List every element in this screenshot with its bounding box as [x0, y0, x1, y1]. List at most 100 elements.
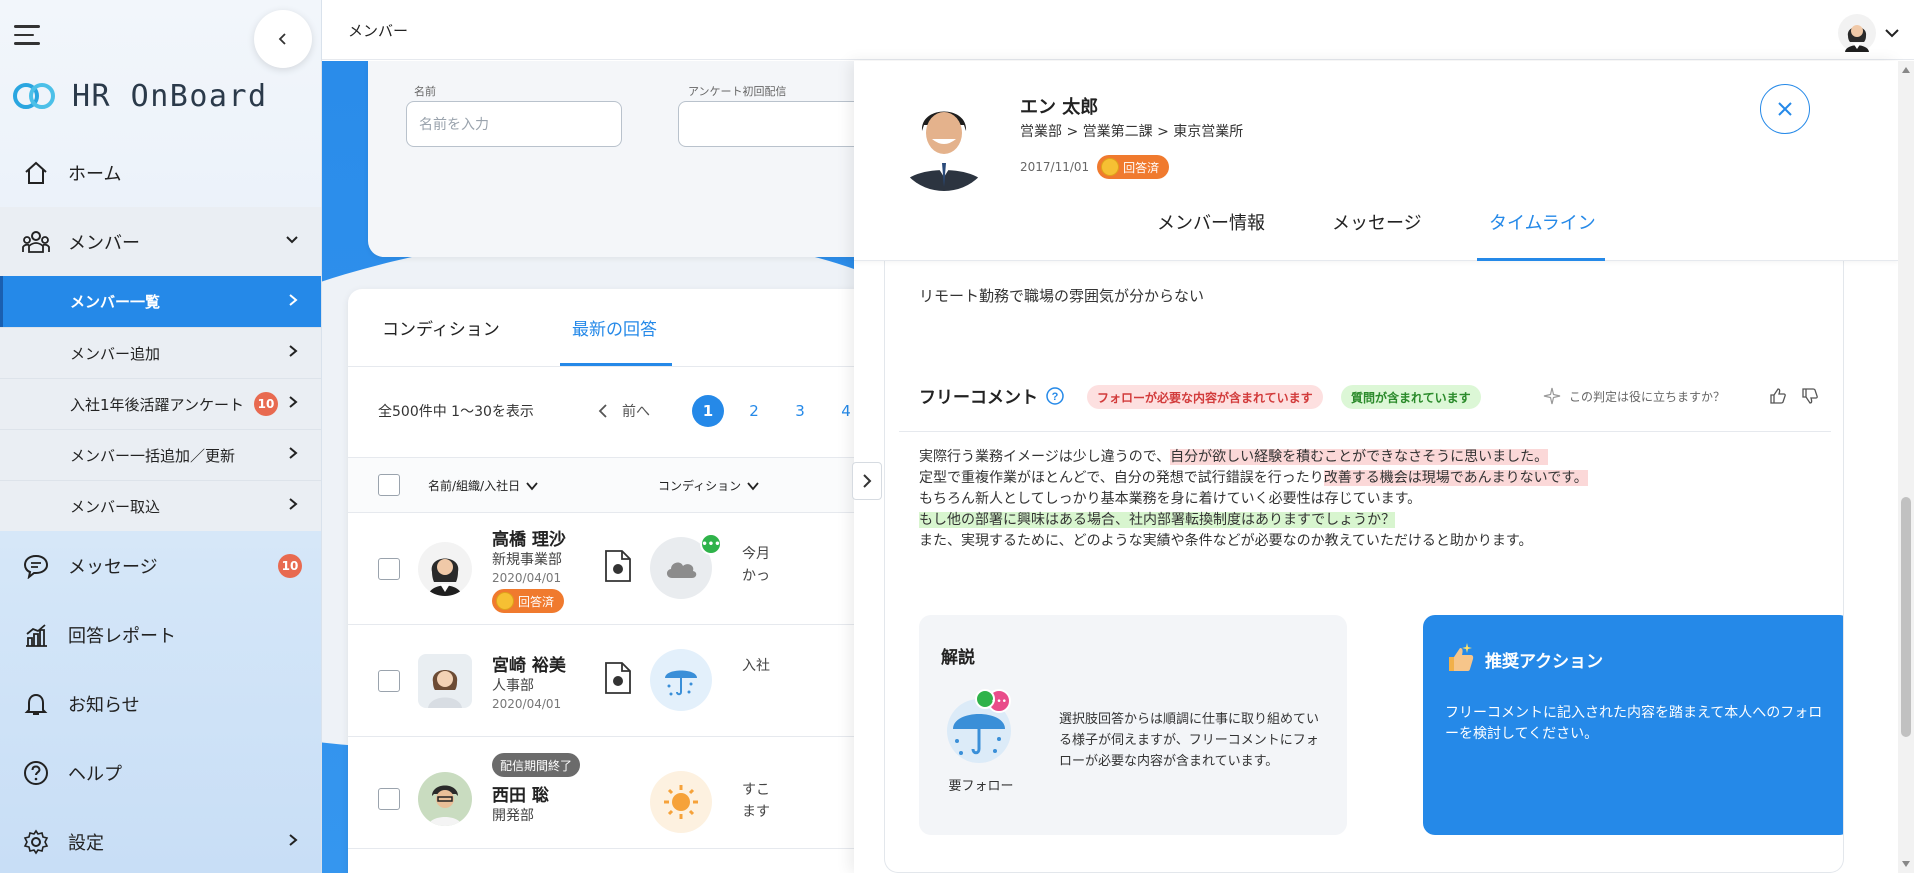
nav-item-home[interactable]: ホーム: [0, 138, 321, 207]
feedback-row: この判定は役に立ちますか？: [1543, 387, 1819, 405]
chevron-right-icon: [286, 293, 300, 311]
timeline-card: リモート勤務で職場の雰囲気が分からない フリーコメント ? フォローが必要な内容…: [884, 261, 1844, 873]
scroll-up-icon[interactable]: [1902, 67, 1910, 73]
nav-item-messages[interactable]: メッセージ 10: [0, 531, 321, 600]
nav-label-messages: メッセージ: [68, 556, 158, 578]
select-all-checkbox[interactable]: [378, 474, 400, 496]
nav-item-help[interactable]: ヘルプ: [0, 738, 321, 807]
member-name[interactable]: 高橋 理沙: [492, 525, 566, 550]
avatar: [418, 654, 472, 708]
action-title: 推奨アクション: [1485, 652, 1604, 672]
member-join-date: 2017/11/01: [1020, 160, 1090, 174]
panel-collapse-button[interactable]: [852, 462, 882, 500]
svg-text:?: ?: [1052, 391, 1059, 403]
rainy-umbrella-icon: •••: [939, 687, 1023, 775]
answer-snippet: 入社: [742, 658, 770, 674]
subnav-item-one-year-survey[interactable]: 入社1年後活躍アンケート 10: [0, 378, 321, 429]
user-menu[interactable]: [1838, 14, 1900, 52]
tab-member-info[interactable]: メンバー情報: [1157, 209, 1265, 235]
hr-onboard-logo-icon: [13, 83, 55, 109]
recommended-action-card: 推奨アクション フリーコメントに記入された内容を踏まえて本人へのフォローを検討し…: [1423, 615, 1843, 835]
chevron-left-icon: [598, 404, 607, 418]
column-header-name: 名前/組織/入社日: [428, 479, 521, 493]
subnav-item-bulk-add[interactable]: メンバー一括追加／更新: [0, 429, 321, 480]
table-row[interactable]: 高橋 理沙 新規事業部 2020/04/01 回答済 ••• 今月 かっ: [348, 513, 888, 625]
nav-label-members: メンバー: [68, 232, 140, 254]
page-3-button[interactable]: 3: [784, 395, 816, 427]
nav-item-settings[interactable]: 設定: [0, 807, 321, 873]
subnav-item-import[interactable]: メンバー取込: [0, 480, 321, 531]
nav-item-members[interactable]: メンバー: [0, 207, 321, 276]
sort-name-column[interactable]: 名前/組織/入社日: [428, 477, 538, 494]
survey-filter-label: アンケート初回配信: [688, 85, 787, 98]
members-subnav: メンバー一覧 メンバー追加 入社1年後活躍アンケート 10 メンバー一括追加／更…: [0, 276, 321, 531]
chevron-right-icon: [863, 474, 872, 488]
page-2-button[interactable]: 2: [738, 395, 770, 427]
nav-label-report: 回答レポート: [68, 625, 176, 647]
sidebar: HR OnBoard ホーム メンバー メンバー一覧 メンバー追加 入社1年後活…: [0, 0, 322, 873]
sort-condition-column[interactable]: コンディション: [658, 477, 759, 494]
survey-doc-icon[interactable]: [604, 661, 632, 699]
question-circle-icon[interactable]: ?: [1046, 386, 1064, 405]
tab-condition[interactable]: コンディション: [382, 315, 500, 340]
table-header: 名前/組織/入社日 コンディション: [348, 457, 888, 513]
divider: [899, 431, 1831, 432]
member-join-date: 2020/04/01: [492, 697, 562, 711]
row-checkbox[interactable]: [378, 558, 400, 580]
member-dept: 新規事業部: [492, 552, 562, 568]
table-row[interactable]: 配信期間終了 西田 聡 開発部 すこ ます: [348, 737, 888, 849]
panel-header: エン 太郎 営業部 > 営業第二課 > 東京営業所 2017/11/01 回答済…: [854, 61, 1898, 261]
member-dept: 人事部: [492, 678, 534, 694]
row-checkbox[interactable]: [378, 788, 400, 810]
nav-label-settings: 設定: [68, 832, 104, 854]
chevron-down-icon: [1885, 29, 1899, 38]
answered-badge: 回答済: [1097, 155, 1170, 179]
tab-messages[interactable]: メッセージ: [1332, 209, 1422, 235]
condition-sunny-icon: [650, 771, 712, 833]
name-input[interactable]: 名前を入力: [406, 101, 622, 147]
sidebar-collapse-button[interactable]: [254, 10, 312, 68]
tab-latest-answers[interactable]: 最新の回答: [572, 315, 657, 340]
thumbs-up-sparkle-icon: [1443, 641, 1477, 679]
chevron-down-icon: [526, 481, 538, 490]
member-name[interactable]: 西田 聡: [492, 781, 549, 806]
scroll-down-icon[interactable]: [1902, 861, 1910, 867]
notification-badge: 10: [278, 553, 302, 578]
highlight-follow: 自分が欲しい経験を積むことができなさそうに思いました。: [1170, 449, 1549, 465]
chat-bubble-icon: •••: [700, 533, 722, 555]
close-panel-button[interactable]: [1760, 84, 1810, 134]
row-checkbox[interactable]: [378, 670, 400, 692]
action-text: フリーコメントに記入された内容を踏まえて本人へのフォローを検討してください。: [1445, 705, 1823, 742]
thumbs-down-icon[interactable]: [1801, 387, 1819, 405]
page-1-button[interactable]: 1: [692, 395, 724, 427]
answer-snippet-2: ます: [742, 804, 770, 820]
tab-timeline[interactable]: タイムライン: [1489, 209, 1596, 235]
main-nav: ホーム メンバー メンバー一覧 メンバー追加 入社1年後活躍アンケート 10 メ…: [0, 138, 321, 873]
avatar: [418, 542, 472, 596]
logo[interactable]: HR OnBoard: [12, 78, 268, 114]
survey-doc-icon[interactable]: [604, 549, 632, 587]
app-name: HR OnBoard: [72, 78, 268, 114]
scrollbar[interactable]: [1898, 61, 1914, 873]
follow-required-label: 要フォロー: [948, 779, 1014, 794]
subnav-item-add-member[interactable]: メンバー追加: [0, 327, 321, 378]
nav-item-notices[interactable]: お知らせ: [0, 669, 321, 738]
member-name[interactable]: 宮崎 裕美: [492, 651, 566, 676]
filter-card: 名前 名前を入力 アンケート初回配信: [368, 61, 898, 257]
subnav-item-member-list[interactable]: メンバー一覧: [0, 276, 321, 327]
tab-underline: [560, 363, 672, 366]
answered-badge: 回答済: [492, 589, 565, 614]
answer-snippet-2: かっ: [742, 568, 770, 584]
scrollbar-thumb[interactable]: [1901, 497, 1911, 737]
chevron-right-icon: [286, 497, 300, 515]
avatar: [1838, 14, 1876, 52]
comment-line: 実際行う業務イメージは少し違うので、: [919, 449, 1171, 465]
hamburger-menu-icon[interactable]: [14, 18, 52, 52]
column-header-condition: コンディション: [658, 479, 742, 493]
prev-page-button[interactable]: 前へ: [598, 401, 650, 421]
table-row[interactable]: 宮崎 裕美 人事部 2020/04/01 入社: [348, 625, 888, 737]
thumbs-up-icon[interactable]: [1769, 387, 1787, 405]
chevron-right-icon: [286, 344, 300, 362]
contains-question-tag: 質問が含まれています: [1341, 385, 1481, 409]
nav-item-report[interactable]: 回答レポート: [0, 600, 321, 669]
